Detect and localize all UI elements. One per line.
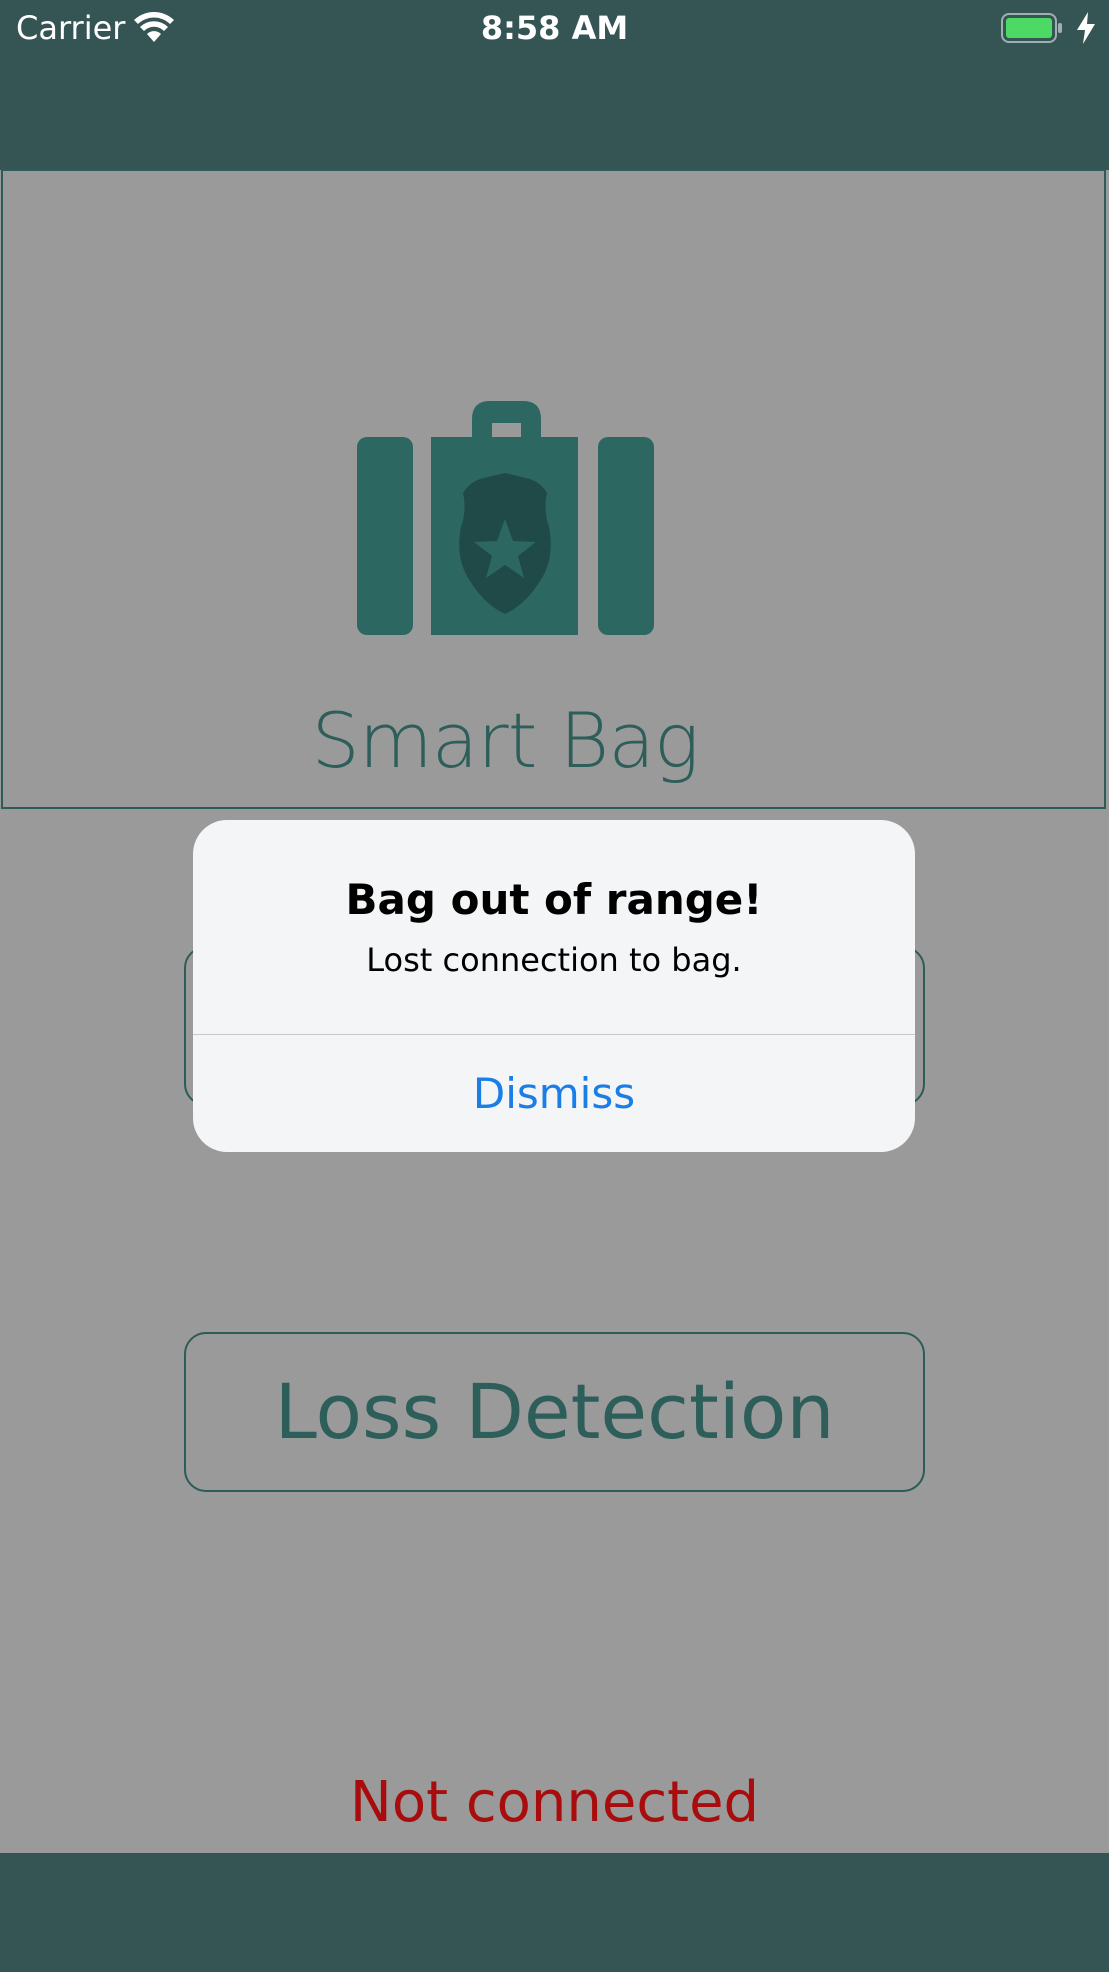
dismiss-button[interactable]: Dismiss [193,1035,915,1152]
bottom-bar [0,1853,1109,1972]
alert-message: Lost connection to bag. [366,941,742,979]
charging-bolt-icon [1077,12,1095,44]
alert-title: Bag out of range! [345,875,763,924]
status-time: 8:58 AM [480,9,629,47]
briefcase-shield-star-icon [357,401,654,635]
status-bar: Carrier 8:58 AM [0,0,1109,56]
app-title: Smart Bag [311,696,700,785]
battery-icon [1001,13,1062,43]
top-bar: Carrier 8:58 AM [0,0,1109,170]
alert-dialog: Bag out of range! Lost connection to bag… [193,820,915,1152]
loss-detection-button[interactable]: Loss Detection [184,1332,925,1492]
logo-panel: Smart Bag [1,169,1106,809]
connection-status: Not connected [349,1770,760,1835]
